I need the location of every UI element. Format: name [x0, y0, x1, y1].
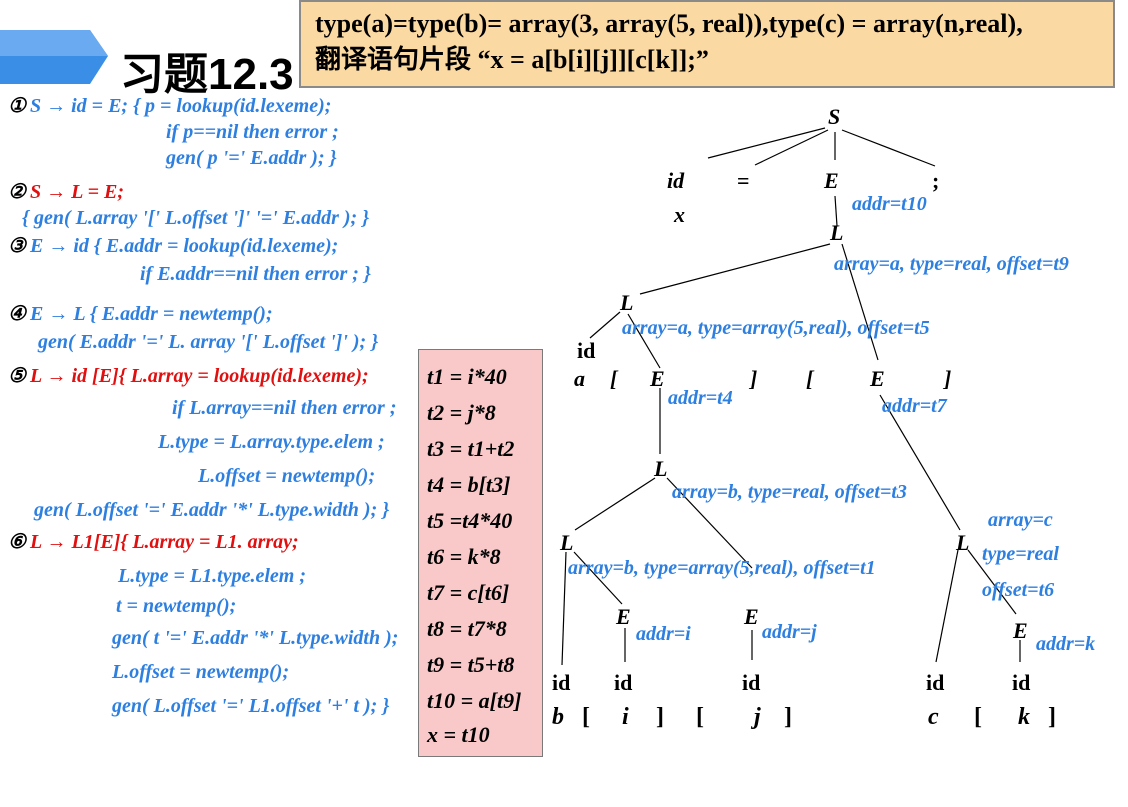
- node-E: E: [1012, 618, 1028, 643]
- node-lbr: [: [610, 366, 619, 391]
- tree-edges: [561, 127, 1021, 666]
- attr-L-b-arr: array=b, type=array(5,real), offset=t1: [568, 557, 876, 579]
- node-id: id: [577, 338, 595, 363]
- node-L: L: [559, 530, 573, 555]
- leaf-a: a: [574, 366, 585, 391]
- node-L: L: [955, 530, 969, 555]
- node-rbr: ]: [748, 366, 757, 391]
- leaf-k: k: [1018, 704, 1030, 730]
- attr-L-c-offset: offset=t6: [982, 579, 1054, 601]
- leaf-rbr: ]: [1048, 704, 1056, 730]
- leaf-lbr: [: [582, 704, 590, 730]
- node-id: id: [667, 168, 685, 193]
- attr-addr-t4: addr=t4: [668, 387, 733, 409]
- node-L: L: [653, 456, 667, 481]
- node-L: L: [829, 220, 843, 245]
- node-id: id: [1012, 670, 1030, 695]
- leaf-c: c: [928, 704, 939, 730]
- attr-L-top: array=a, type=real, offset=t9: [834, 253, 1069, 275]
- node-id: id: [926, 670, 944, 695]
- node-L: L: [619, 290, 633, 315]
- node-E: E: [869, 366, 885, 391]
- node-E: E: [649, 366, 665, 391]
- node-E: E: [743, 604, 759, 629]
- attr-L-c-type: type=real: [982, 543, 1059, 565]
- node-id: id: [742, 670, 760, 695]
- leaf-lbr: [: [696, 704, 704, 730]
- attr-L-c-array: array=c: [988, 509, 1053, 531]
- attr-addr-t7: addr=t7: [882, 395, 948, 417]
- node-E: E: [823, 168, 839, 193]
- leaf-j: j: [750, 704, 761, 730]
- leaf-i: i: [622, 704, 629, 730]
- node-rbr: ]: [942, 366, 951, 391]
- attr-L-b-real: array=b, type=real, offset=t3: [672, 481, 907, 503]
- node-eq: =: [737, 168, 750, 193]
- attr-addr-t10: addr=t10: [852, 193, 927, 215]
- node-semi: ;: [932, 168, 939, 193]
- leaf-rbr: ]: [784, 704, 792, 730]
- node-E: E: [615, 604, 631, 629]
- node-id: id: [552, 670, 570, 695]
- node-lbr: [: [806, 366, 815, 391]
- node-id: id: [614, 670, 632, 695]
- node-S: S: [828, 104, 840, 129]
- attr-L-a: array=a, type=array(5,real), offset=t5: [622, 317, 930, 339]
- parse-tree: S id = E ; x L L id a [ E ] [ E ] L L L …: [552, 104, 1095, 730]
- attr-addr-k: addr=k: [1036, 633, 1095, 655]
- leaf-lbr: [: [974, 704, 982, 730]
- tree-attributes: addr=t10 array=a, type=real, offset=t9 a…: [568, 193, 1095, 655]
- leaf-b: b: [552, 704, 564, 730]
- leaf-rbr: ]: [656, 704, 664, 730]
- attr-addr-i: addr=i: [636, 623, 691, 645]
- attr-addr-j: addr=j: [762, 621, 817, 643]
- leaf-x: x: [673, 202, 685, 227]
